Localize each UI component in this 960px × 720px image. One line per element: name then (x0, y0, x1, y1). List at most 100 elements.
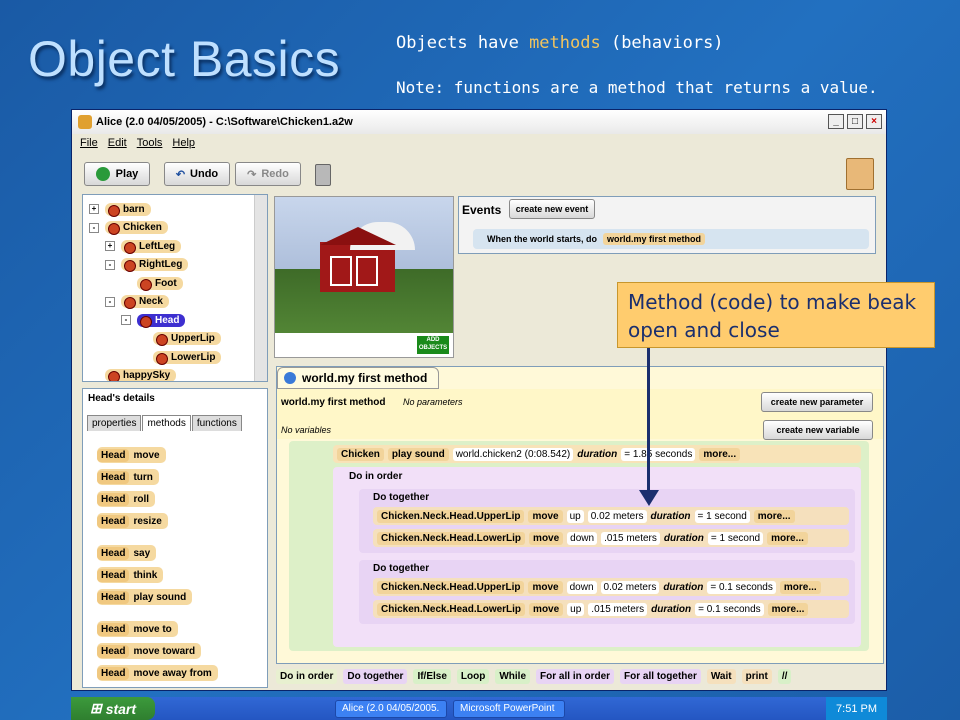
tree-expander-icon[interactable]: + (89, 204, 99, 214)
method-tile[interactable]: Head play sound (97, 589, 193, 605)
add-objects-button[interactable]: ADD OBJECTS (416, 335, 450, 355)
statement-more[interactable]: more... (753, 509, 795, 523)
scene-view[interactable] (274, 196, 454, 358)
tree-item-label[interactable]: Chicken (105, 221, 168, 235)
control-do-in-order[interactable]: Do in order (276, 668, 338, 684)
taskbar-item-powerpoint[interactable]: Microsoft PowerPoint ... (453, 699, 565, 718)
menu-tools[interactable]: Tools (137, 137, 163, 149)
statement-dir[interactable]: up (566, 509, 584, 523)
tree-item[interactable]: - Neck (105, 294, 169, 310)
method-tile[interactable]: Head resize (97, 513, 168, 529)
editor-tab[interactable]: world.my first method (277, 367, 439, 389)
play-sound-duration[interactable]: = 1.85 seconds (621, 447, 696, 461)
method-tile[interactable]: Head move (97, 447, 166, 463)
statement-target[interactable]: Chicken.Neck.Head.UpperLip (377, 509, 525, 523)
statement-amount[interactable]: .015 meters (601, 531, 660, 545)
minimize-icon[interactable]: _ (828, 114, 844, 129)
statement-more[interactable]: more... (779, 580, 821, 594)
tree-expander-icon[interactable]: - (89, 222, 99, 233)
control-wait[interactable]: Wait (706, 668, 736, 684)
tree-expander-icon[interactable]: + (105, 241, 115, 251)
create-event-button[interactable]: create new event (509, 199, 595, 219)
menu-file[interactable]: File (80, 137, 98, 149)
tree-item-label[interactable]: barn (105, 202, 151, 217)
menu-help[interactable]: Help (172, 137, 195, 149)
method-tile[interactable]: Head move away from (97, 665, 218, 681)
tree-expander-icon[interactable]: - (121, 315, 131, 325)
move-statement[interactable]: Chicken.Neck.Head.UpperLip move up 0.02 met… (373, 507, 849, 525)
method-tile[interactable]: Head move toward (97, 643, 202, 659)
control-if-else[interactable]: If/Else (413, 668, 451, 684)
statement-verb[interactable]: move (528, 509, 563, 523)
method-tile[interactable]: Head turn (97, 469, 159, 485)
tree-item[interactable]: happySky (89, 368, 177, 381)
redo-button[interactable]: ↷ Redo (235, 162, 301, 186)
statement-dir[interactable]: up (567, 602, 585, 616)
statement-more[interactable]: more... (767, 602, 809, 616)
control-for-all-in-order[interactable]: For all in order (536, 668, 615, 684)
tree-item[interactable]: - RightLeg (105, 257, 189, 273)
tree-scrollbar[interactable] (254, 195, 267, 381)
play-sound-obj[interactable]: Chicken (337, 447, 384, 461)
create-param-button[interactable]: create new parameter (761, 392, 873, 412)
clipboard-icon[interactable] (846, 158, 874, 190)
play-sound-action[interactable]: play sound (387, 447, 449, 461)
move-statement[interactable]: Chicken.Neck.Head.LowerLip move up .015 met… (373, 600, 849, 618)
tree-item-label[interactable]: LeftLeg (121, 239, 182, 254)
tree-item[interactable]: - Chicken (89, 220, 168, 236)
statement-more[interactable]: more... (767, 531, 808, 545)
tree-item-label[interactable]: Head (137, 313, 186, 328)
move-statement[interactable]: Chicken.Neck.Head.UpperLip move down 0.02 m… (373, 578, 849, 596)
method-tile[interactable]: Headorient to (97, 687, 179, 688)
tree-item-label[interactable]: RightLeg (121, 258, 189, 272)
play-sound-line[interactable]: Chicken play sound world.chicken2 (0:08.… (333, 445, 861, 463)
tree-item[interactable]: UpperLip (137, 331, 221, 347)
control-while[interactable]: While (495, 668, 531, 684)
menu-edit[interactable]: Edit (108, 137, 127, 149)
statement-dir[interactable]: down (567, 531, 598, 545)
control-for-all-together[interactable]: For all together (620, 668, 701, 684)
trash-icon[interactable] (315, 164, 331, 186)
tree-item[interactable]: - Head (121, 312, 186, 328)
create-var-button[interactable]: create new variable (763, 420, 873, 440)
start-button[interactable]: ⊞ start (71, 697, 155, 720)
statement-verb[interactable]: move (529, 602, 564, 616)
statement-duration-value[interactable]: = 0.1 seconds (695, 602, 764, 616)
tree-item[interactable]: + LeftLeg (105, 238, 182, 254)
control-do-together[interactable]: Do together (343, 668, 408, 684)
statement-duration-value[interactable]: = 1 second (707, 531, 764, 545)
event-rule-method[interactable]: world.my first method (603, 233, 706, 245)
play-sound-arg[interactable]: world.chicken2 (0:08.542) (452, 447, 574, 461)
control-loop[interactable]: Loop (456, 668, 490, 684)
statement-duration-value[interactable]: = 0.1 seconds (707, 580, 776, 594)
tree-expander-icon[interactable]: - (105, 296, 115, 307)
tab-functions[interactable]: functions (191, 415, 242, 431)
statement-amount[interactable]: 0.02 meters (587, 509, 647, 523)
control-print[interactable]: print (741, 668, 772, 684)
tree-item[interactable]: LowerLip (137, 349, 222, 365)
method-tile[interactable]: Head move to (97, 621, 178, 637)
statement-target[interactable]: Chicken.Neck.Head.LowerLip (377, 602, 526, 616)
statement-dir[interactable]: down (566, 580, 597, 594)
statement-duration-value[interactable]: = 1 second (694, 509, 750, 523)
statement-verb[interactable]: move (528, 580, 563, 594)
undo-button[interactable]: ↶ Undo (164, 162, 230, 186)
statement-target[interactable]: Chicken.Neck.Head.LowerLip (377, 531, 526, 545)
control-[interactable]: // (777, 668, 792, 684)
maximize-icon[interactable]: □ (847, 114, 863, 129)
tab-properties[interactable]: properties (87, 415, 142, 431)
tree-expander-icon[interactable]: - (105, 259, 115, 270)
event-rule[interactable]: When the world starts, do world.my first… (473, 229, 869, 249)
taskbar-item-alice[interactable]: Alice (2.0 04/05/2005... (335, 699, 447, 718)
tree-item[interactable]: + barn (89, 201, 151, 217)
statement-amount[interactable]: .015 meters (588, 602, 648, 616)
method-tile[interactable]: Head roll (97, 491, 156, 507)
tree-item-label[interactable]: Foot (137, 276, 183, 291)
method-tile[interactable]: Head think (97, 567, 164, 583)
tree-item-label[interactable]: happySky (105, 369, 177, 381)
statement-target[interactable]: Chicken.Neck.Head.UpperLip (377, 580, 525, 594)
tree-item[interactable]: Foot (121, 275, 183, 291)
move-statement[interactable]: Chicken.Neck.Head.LowerLip move down .015 m… (373, 529, 849, 547)
close-icon[interactable]: × (866, 114, 882, 129)
tree-item-label[interactable]: LowerLip (153, 350, 222, 365)
